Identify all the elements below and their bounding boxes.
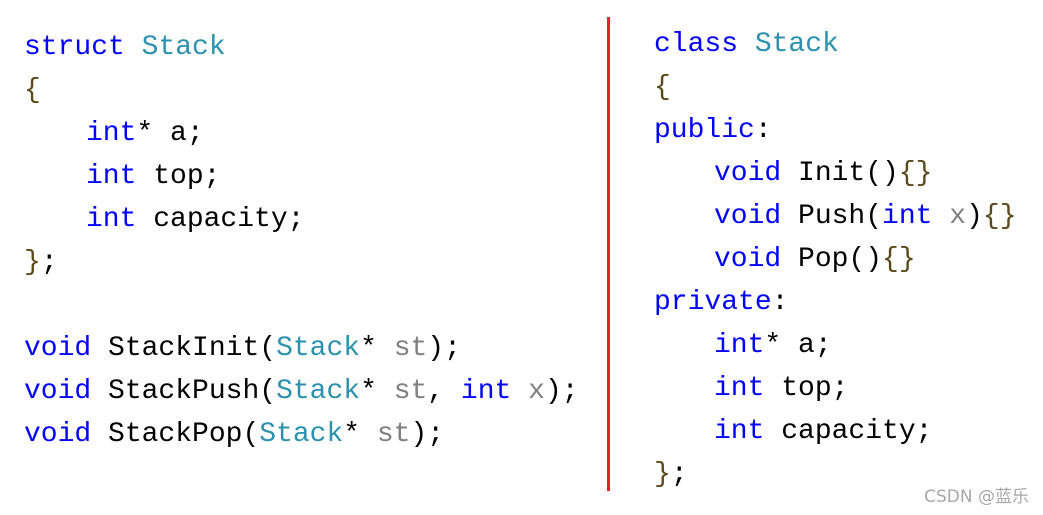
code-token-type: Stack — [259, 419, 344, 450]
code-token-text: ); — [427, 333, 461, 364]
code-token-text: ) — [966, 201, 983, 232]
code-line: int* a; — [24, 112, 579, 155]
code-token-text: top; — [764, 373, 849, 404]
code-token-brace: {} — [982, 201, 1017, 232]
code-token-brace: { — [654, 72, 671, 103]
code-token-keyword: int — [714, 416, 765, 447]
code-token-text: : — [754, 115, 772, 146]
code-line: int capacity; — [654, 410, 1017, 453]
code-line: { — [654, 66, 1017, 109]
code-token-text: capacity; — [764, 416, 933, 447]
code-token-text: * a; — [764, 330, 832, 361]
code-token-text: capacity; — [136, 204, 305, 235]
code-token-keyword: int — [714, 330, 765, 361]
code-token-keyword: int — [460, 376, 512, 407]
code-token-param: st — [376, 419, 411, 450]
code-token-text: Pop() — [781, 244, 883, 275]
code-token-keyword: void — [714, 244, 782, 275]
code-token-type: Stack — [141, 32, 226, 63]
code-token-param: x — [949, 201, 967, 232]
code-token-type: Stack — [276, 333, 361, 364]
code-token-keyword: int — [86, 204, 137, 235]
code-line: }; — [24, 241, 579, 284]
code-token-text: : — [771, 287, 789, 318]
code-token-text: StackPop( — [91, 419, 260, 450]
code-token-type: Stack — [276, 376, 361, 407]
code-token-keyword: int — [714, 373, 765, 404]
code-token-param: st — [393, 333, 428, 364]
code-token-keyword: void — [24, 333, 92, 364]
code-token-brace: } — [24, 247, 41, 278]
code-line: public: — [654, 109, 1017, 152]
code-line: void Pop(){} — [654, 238, 1017, 281]
code-line: int top; — [24, 155, 579, 198]
code-token-text: ); — [544, 376, 579, 407]
code-line: void Push(int x){} — [654, 195, 1017, 238]
code-token-keyword: void — [24, 419, 92, 450]
code-line: { — [24, 69, 579, 112]
code-token-text: StackPush( — [91, 376, 277, 407]
code-line: void StackInit(Stack* st); — [24, 327, 579, 370]
code-token-brace: { — [24, 75, 41, 106]
code-token-text: StackInit( — [91, 333, 277, 364]
code-token-text: , — [427, 376, 461, 407]
code-token-brace: {} — [898, 158, 933, 189]
code-token-text: * — [360, 333, 394, 364]
code-line: private: — [654, 281, 1017, 324]
code-token-keyword: int — [882, 201, 933, 232]
code-token-text: Push( — [781, 201, 883, 232]
code-token-keyword: int — [86, 118, 137, 149]
code-token-keyword: void — [24, 376, 92, 407]
code-line: void Init(){} — [654, 152, 1017, 195]
code-line: void StackPush(Stack* st, int x); — [24, 370, 579, 413]
code-token-keyword: class — [654, 29, 739, 60]
code-token-text: * — [360, 376, 394, 407]
divider-line — [607, 17, 610, 491]
code-token-text: * — [343, 419, 377, 450]
code-token-param: st — [393, 376, 428, 407]
code-token-param: x — [528, 376, 545, 407]
code-token-brace: } — [654, 459, 671, 490]
code-token-text: ; — [40, 247, 58, 278]
class-code-block: class Stack{public: void Init(){} void Pus… — [654, 23, 1017, 496]
code-token-keyword: private — [654, 287, 772, 318]
code-token-text: ); — [410, 419, 445, 450]
code-token-text: ; — [670, 459, 688, 490]
code-line: int capacity; — [24, 198, 579, 241]
code-line: struct Stack — [24, 26, 579, 69]
code-token-keyword: public — [654, 115, 755, 146]
code-token-keyword: void — [714, 158, 782, 189]
code-line: void StackPop(Stack* st); — [24, 413, 579, 456]
code-token-keyword: void — [714, 201, 782, 232]
code-line: int* a; — [654, 324, 1017, 367]
code-token-text: Init() — [781, 158, 899, 189]
code-line: class Stack — [654, 23, 1017, 66]
code-token-keyword: struct — [24, 32, 125, 63]
code-token-text: top; — [136, 161, 221, 192]
code-token-type: Stack — [754, 29, 839, 60]
watermark: CSDN @蓝乐 — [924, 487, 1029, 507]
code-token-text: * a; — [136, 118, 204, 149]
code-token-brace: {} — [882, 244, 916, 275]
struct-code-block: struct Stack{int* a; int top; int capacity… — [24, 26, 579, 456]
code-line: int top; — [654, 367, 1017, 410]
code-token-keyword: int — [86, 161, 137, 192]
